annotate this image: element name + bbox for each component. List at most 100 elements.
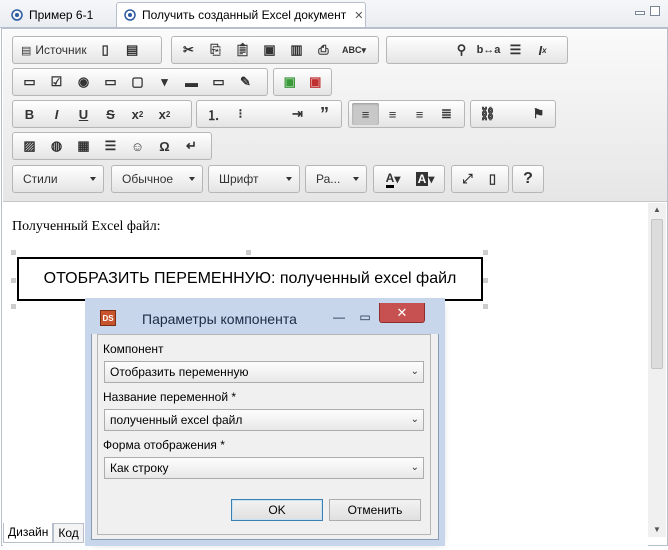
resize-handle[interactable] [11, 250, 16, 255]
indent-icon[interactable]: ⇥ [284, 103, 311, 125]
resize-handle[interactable] [246, 250, 251, 255]
smiley-icon[interactable]: ☺ [124, 135, 151, 157]
tab-get-excel-document[interactable]: Получить созданный Excel документ ✕ [116, 2, 366, 27]
text-color-icon[interactable]: A ▾ [377, 168, 409, 190]
display-form-select[interactable]: Как строку ⌄ [104, 457, 424, 479]
remove-component-icon[interactable]: ▣ [303, 71, 329, 93]
preview-icon[interactable]: ▤ [119, 39, 146, 61]
replace-icon[interactable]: b↔a [475, 39, 502, 61]
image-icon[interactable]: ▨ [16, 135, 43, 157]
italic-icon[interactable]: I [43, 103, 70, 125]
maximize-editor-icon[interactable]: ⤢ [455, 168, 480, 190]
chevron-down-icon [90, 177, 96, 181]
print-icon[interactable]: ⎙ [310, 39, 337, 61]
eclipse-icon [123, 8, 137, 22]
copy-icon[interactable]: ⎘ [202, 39, 229, 61]
checkbox-icon[interactable]: ☑ [43, 71, 70, 93]
editor-toolbar: ▤ Источник ▯ ▤ ✂ ⎘ 📋︎ ▣ ▥ ⎙ ABC▾ ⚲ b↔a ☰… [3, 30, 667, 202]
cut-icon[interactable]: ✂ [175, 39, 202, 61]
resize-handle[interactable] [483, 304, 488, 309]
help-button[interactable]: ? [516, 168, 540, 190]
paste-icon[interactable]: 📋︎ [229, 39, 256, 61]
find-icon[interactable]: ⚲ [448, 39, 475, 61]
align-center-icon[interactable]: ≡ [379, 103, 406, 125]
insert-component-icon[interactable]: ▣ [277, 71, 303, 93]
vertical-scrollbar[interactable]: ▲ ▼ [648, 203, 666, 537]
select-icon[interactable]: ▾ [151, 71, 178, 93]
blockquote-icon[interactable]: ” [311, 103, 338, 125]
display-variable-widget[interactable]: ОТОБРАЗИТЬ ПЕРЕМЕННУЮ: полученный excel … [17, 257, 483, 301]
align-right-icon[interactable]: ≡ [406, 103, 433, 125]
tab-code[interactable]: Код [53, 523, 84, 543]
resize-handle[interactable] [11, 304, 16, 309]
maximize-icon[interactable]: ▭ [353, 308, 377, 326]
textfield-icon[interactable]: ▭ [97, 71, 124, 93]
close-icon[interactable]: ✕ [379, 303, 425, 323]
align-left-icon[interactable]: ≡ [352, 103, 379, 125]
button-icon[interactable]: ▬ [178, 71, 205, 93]
new-page-icon[interactable]: ▯ [92, 39, 119, 61]
form-icon[interactable]: ▭ [16, 71, 43, 93]
view-group: ⤢ ▯ [451, 165, 509, 193]
horizontal-rule-icon[interactable]: ☰ [97, 135, 124, 157]
hidden-field-icon[interactable]: ✎ [232, 71, 259, 93]
document-group: ▤ Источник ▯ ▤ [12, 36, 162, 64]
anchor-flag-icon[interactable]: ⚑ [525, 103, 552, 125]
clipboard-group: ✂ ⎘ 📋︎ ▣ ▥ ⎙ ABC▾ [171, 36, 379, 64]
numbered-list-icon[interactable]: ⒈ [200, 103, 227, 125]
maximize-icon[interactable] [650, 6, 660, 16]
minimize-icon[interactable]: — [327, 308, 351, 326]
close-tab-icon[interactable]: ✕ [354, 9, 363, 22]
superscript-icon[interactable]: x2 [151, 103, 178, 125]
textarea-icon[interactable]: ▢ [124, 71, 151, 93]
paste-text-icon[interactable]: ▣ [256, 39, 283, 61]
paste-word-icon[interactable]: ▥ [283, 39, 310, 61]
bg-color-icon[interactable]: A ▾ [409, 168, 441, 190]
styles-combo-label: Стили [23, 172, 58, 186]
styles-combo[interactable]: Стили [12, 165, 104, 193]
spellcheck-icon[interactable]: ABC▾ [337, 39, 371, 61]
align-justify-icon[interactable]: ≣ [433, 103, 460, 125]
resize-handle[interactable] [483, 250, 488, 255]
variable-name-label: Название переменной * [103, 390, 237, 404]
variable-name-select[interactable]: полученный excel файл ⌄ [104, 409, 424, 431]
chevron-down-icon: ⌄ [410, 414, 419, 425]
scroll-down-icon[interactable]: ▼ [653, 525, 661, 534]
size-combo[interactable]: Ра... [305, 165, 367, 193]
display-form-value: Как строку [110, 461, 169, 475]
tab-design[interactable]: Дизайн [3, 523, 54, 543]
source-button[interactable]: ▤ Источник [16, 39, 92, 61]
bold-icon[interactable]: B [16, 103, 43, 125]
format-combo[interactable]: Обычное [111, 165, 203, 193]
special-char-icon[interactable]: Ω [151, 135, 178, 157]
subscript-icon[interactable]: x2 [124, 103, 151, 125]
component-select[interactable]: Отобразить переменную ⌄ [104, 361, 424, 383]
select-all-icon[interactable]: ☰ [502, 39, 529, 61]
strike-icon[interactable]: S [97, 103, 124, 125]
cancel-button[interactable]: Отменить [329, 499, 421, 521]
chevron-down-icon [353, 177, 359, 181]
flash-icon[interactable]: ◍ [43, 135, 70, 157]
resize-handle[interactable] [483, 278, 488, 283]
scroll-thumb[interactable] [651, 219, 663, 369]
display-form-label: Форма отображения * [103, 438, 225, 452]
ok-button[interactable]: OK [231, 499, 323, 521]
chevron-down-icon: ⌄ [410, 366, 419, 377]
image-button-icon[interactable]: ▭ [205, 71, 232, 93]
dialog-titlebar[interactable]: DS Параметры компонента — ▭ ✕ [91, 303, 439, 334]
table-icon[interactable]: ▦ [70, 135, 97, 157]
show-blocks-icon[interactable]: ▯ [480, 168, 505, 190]
chevron-down-icon [286, 177, 292, 181]
bulleted-list-icon[interactable]: ⁝ [227, 103, 254, 125]
tab-example-6-1[interactable]: Пример 6-1 [4, 2, 112, 27]
remove-format-icon[interactable]: Ix [529, 39, 556, 61]
link-icon[interactable]: ⛓ [474, 103, 501, 125]
underline-icon[interactable]: U [70, 103, 97, 125]
scroll-up-icon[interactable]: ▲ [653, 205, 661, 214]
colors-group: A ▾ A ▾ [373, 165, 445, 193]
minimize-icon[interactable] [635, 11, 645, 15]
resize-handle[interactable] [11, 278, 16, 283]
font-combo[interactable]: Шрифт [208, 165, 300, 193]
radio-icon[interactable]: ◉ [70, 71, 97, 93]
page-break-icon[interactable]: ↵ [178, 135, 205, 157]
